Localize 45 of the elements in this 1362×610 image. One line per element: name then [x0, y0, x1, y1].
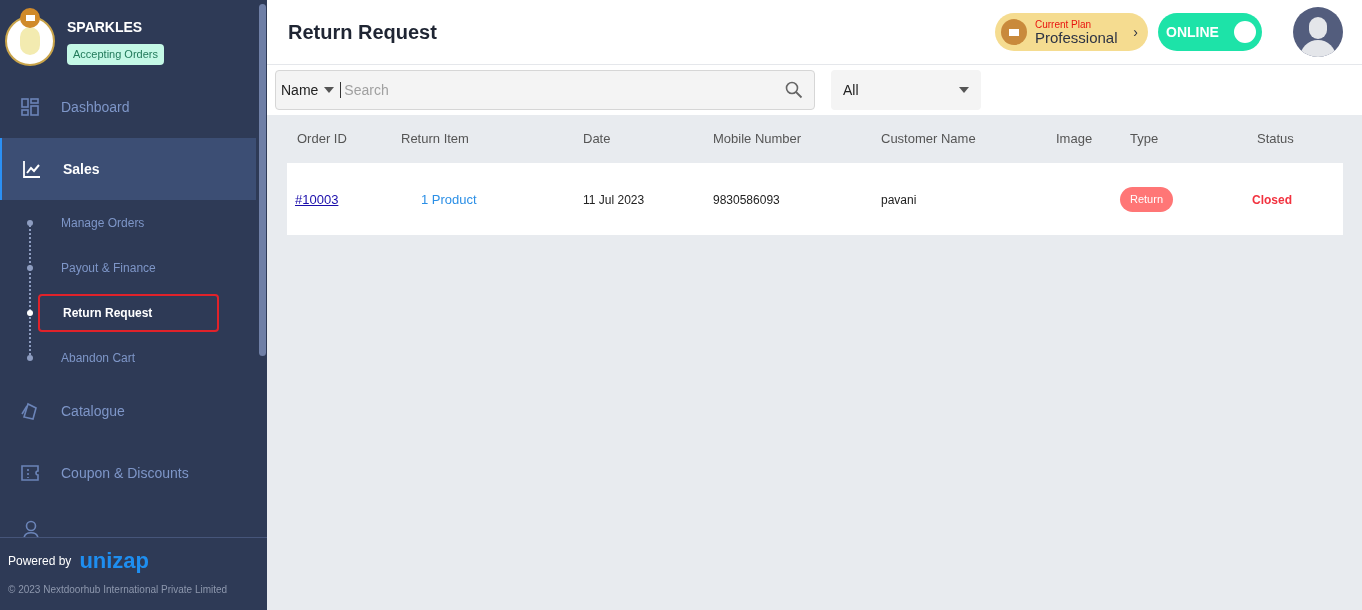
return-item-link[interactable]: 1 Product: [421, 192, 477, 207]
caret-icon: [959, 87, 969, 93]
filter-dropdown[interactable]: All: [831, 70, 981, 110]
copyright-text: © 2023 Nextdoorhub International Private Limited: [8, 583, 229, 597]
store-logo-icon: [5, 8, 55, 66]
plan-button[interactable]: Current Plan Professional ›: [995, 13, 1148, 51]
powered-by-text: Powered by: [8, 553, 72, 570]
column-header: Status: [1257, 130, 1295, 149]
column-header: Date: [583, 130, 612, 149]
ticket-icon: [21, 464, 39, 482]
scrollbar[interactable]: [259, 4, 266, 356]
column-header: Image: [1056, 130, 1094, 149]
page-title: Return Request: [288, 20, 438, 45]
search-icon[interactable]: [785, 81, 803, 99]
submenu-item[interactable]: Abandon Cart: [38, 338, 219, 377]
type-badge: Return: [1120, 187, 1174, 212]
order-link[interactable]: #10003: [295, 192, 339, 207]
person-icon: [22, 520, 40, 537]
column-header: Return Item: [401, 130, 470, 149]
submenu-item[interactable]: Manage Orders: [38, 203, 219, 242]
status-badge: Accepting Orders: [67, 44, 164, 65]
nav-item[interactable]: Sales: [0, 138, 256, 200]
nav-item[interactable]: Dashboard: [0, 76, 256, 138]
column-header: Mobile Number: [713, 130, 803, 149]
table-cell: 9830586093: [713, 193, 780, 207]
avatar-icon[interactable]: [1293, 7, 1343, 57]
chart-icon: [23, 160, 41, 178]
column-header: Order ID: [297, 130, 348, 149]
search-bar[interactable]: Name Search: [275, 70, 815, 110]
brand-logo: unizap: [79, 550, 150, 572]
column-header: Customer Name: [881, 130, 977, 149]
dashboard-icon: [21, 98, 39, 116]
column-header: Type: [1130, 130, 1160, 149]
search-input[interactable]: Search: [341, 79, 785, 101]
submenu-item[interactable]: Return Request: [38, 293, 219, 332]
status-text: Closed: [1252, 193, 1292, 207]
table-cell: 11 Jul 2023: [583, 193, 645, 207]
caret-icon: [324, 87, 335, 93]
submenu-item[interactable]: Payout & Finance: [38, 248, 219, 287]
nav-item[interactable]: Catalogue: [0, 380, 256, 442]
table-cell: pavani: [881, 193, 917, 207]
store-name: SPARKLES: [67, 18, 144, 37]
crown-icon: [1001, 19, 1027, 45]
tag-icon: [21, 402, 39, 420]
nav-item[interactable]: Coupon & Discounts: [0, 442, 256, 504]
